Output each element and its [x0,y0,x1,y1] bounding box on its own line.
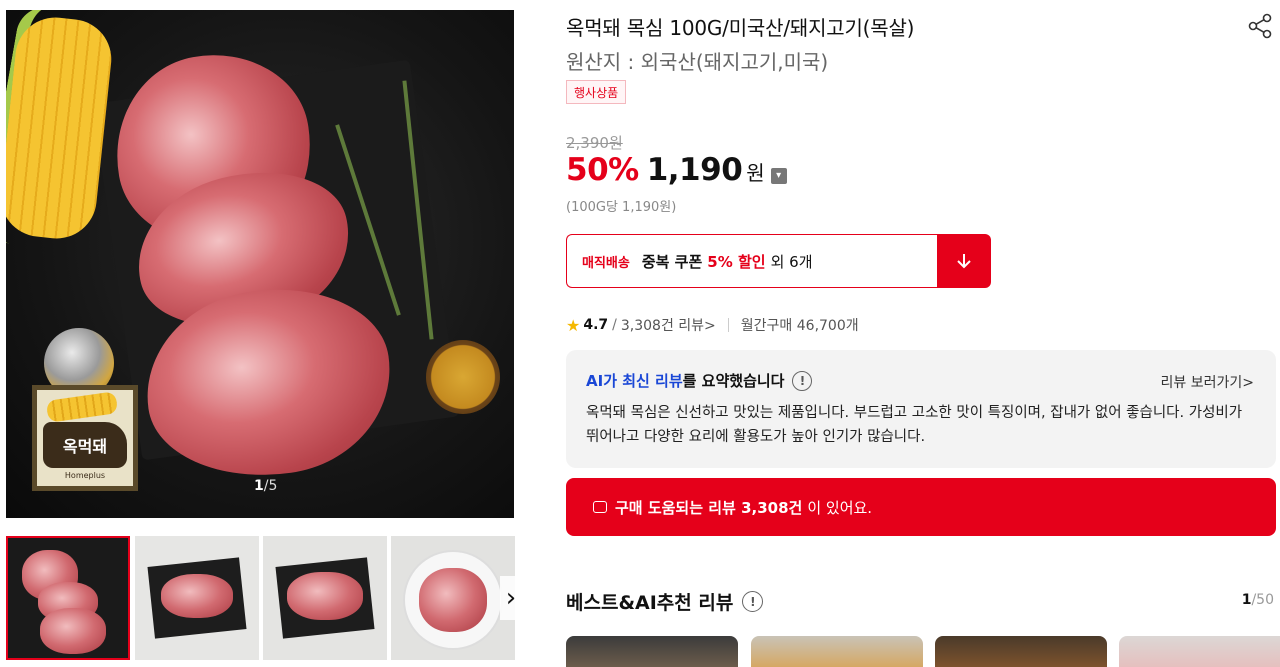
chevron-right-icon[interactable]: › [500,576,516,620]
unit-price: (100G당 1,190원) [566,200,677,215]
review-banner-button[interactable]: 구매 도움되는 리뷰 3,308건 이 있어요. [566,478,1276,536]
ai-heading-rest: 를 요약했습니다 [682,372,785,390]
original-price: 2,390원 [566,134,623,152]
thumb-meat [40,608,106,654]
info-icon[interactable]: ! [742,591,764,612]
brand-badge-logo: 옥먹돼 Homeplus [32,385,138,491]
best-reviews-heading: 베스트&AI추천 리뷰 ! [566,588,764,615]
product-info: 옥먹돼 목심 100G/미국산/돼지고기(목살) 원산지 : 외국산(돼지고기,… [566,0,1280,667]
rating-score: 4.7 [583,317,609,333]
badge-corn [45,391,119,423]
image-counter-current: 1 [254,478,264,494]
coupon-download-button[interactable] [937,234,991,288]
image-counter: 1/5 [254,478,277,494]
currency: 원 [746,161,765,185]
divider [727,318,729,332]
review-thumbnail[interactable] [935,636,1107,667]
review-thumbnail[interactable] [1119,636,1280,667]
view-reviews-link[interactable]: 리뷰 보러가기> [1161,372,1254,392]
badge-pig: 옥먹돼 [43,422,127,468]
rating-separator: / [612,317,617,333]
coupon-main: 중복 쿠폰 [641,252,703,271]
ai-summary-heading: AI가 최신 리뷰 를 요약했습니다 ! [586,370,813,391]
share-icon[interactable] [1246,12,1274,40]
event-badge: 행사상품 [566,80,627,104]
thumbnail-2[interactable] [135,536,259,660]
coupon-highlight: 5% 할인 [707,252,766,271]
review-banner-bold: 구매 도움되는 리뷰 3,308건 [615,498,803,517]
coupon-extra: 외 6개 [770,252,813,271]
price-row: 50% 1,190 원 ▾ [566,152,787,192]
ai-summary-box: AI가 최신 리뷰 를 요약했습니다 ! 리뷰 보러가기> 옥먹돼 목심은 신선하… [566,350,1276,468]
thumbnail-4[interactable] [391,536,515,660]
coupon-tag: 매직배송 [582,255,630,271]
best-reviews-title: 베스트&AI추천 리뷰 [566,592,734,614]
review-banner-rest: 이 있어요. [807,498,873,517]
ai-heading-highlight: AI가 최신 리뷰 [586,372,683,390]
review-thumbnails [566,636,1280,667]
arrow-down-icon [957,254,971,269]
thumbnail-strip: › [6,536,516,660]
ai-summary-text: 옥먹돼 목심은 신선하고 맛있는 제품입니다. 부드럽고 고소한 맛이 특징이며… [586,405,1243,445]
monthly-purchases: 월간구매 46,700개 [740,318,859,334]
pager-total: /50 [1251,592,1274,608]
thumb-meat [287,572,363,620]
review-thumbnail[interactable] [566,636,738,667]
review-thumbnail[interactable] [751,636,923,667]
chat-icon [593,501,607,513]
star-icon: ★ [566,315,581,335]
discount-rate: 50% [566,152,639,188]
image-counter-total: /5 [263,478,278,494]
rating-row: ★ 4.7 / 3,308건 리뷰> 월간구매 46,700개 [566,314,859,336]
mustard-seed-bowl [426,340,500,414]
review-count-link[interactable]: 3,308건 리뷰> [621,315,716,335]
sale-price: 1,190 [646,152,743,188]
main-product-image[interactable]: 옥먹돼 Homeplus 1/5 [6,10,514,518]
best-reviews-pager: 1/50 [1242,592,1274,608]
thumbnail-3[interactable] [263,536,387,660]
coupon-box[interactable]: 매직배송 중복 쿠폰 5% 할인 외 6개 [566,234,938,288]
pager-current: 1 [1241,592,1252,608]
chevron-down-icon[interactable]: ▾ [770,167,787,184]
thumb-meat [419,568,487,632]
thumb-meat [161,574,233,618]
info-icon[interactable]: ! [792,370,813,391]
badge-maker: Homeplus [64,471,106,480]
product-origin: 원산지 : 외국산(돼지고기,미국) [566,50,829,74]
product-title: 옥먹돼 목심 100G/미국산/돼지고기(목살) [566,16,915,40]
thumbnail-1[interactable] [6,536,130,660]
